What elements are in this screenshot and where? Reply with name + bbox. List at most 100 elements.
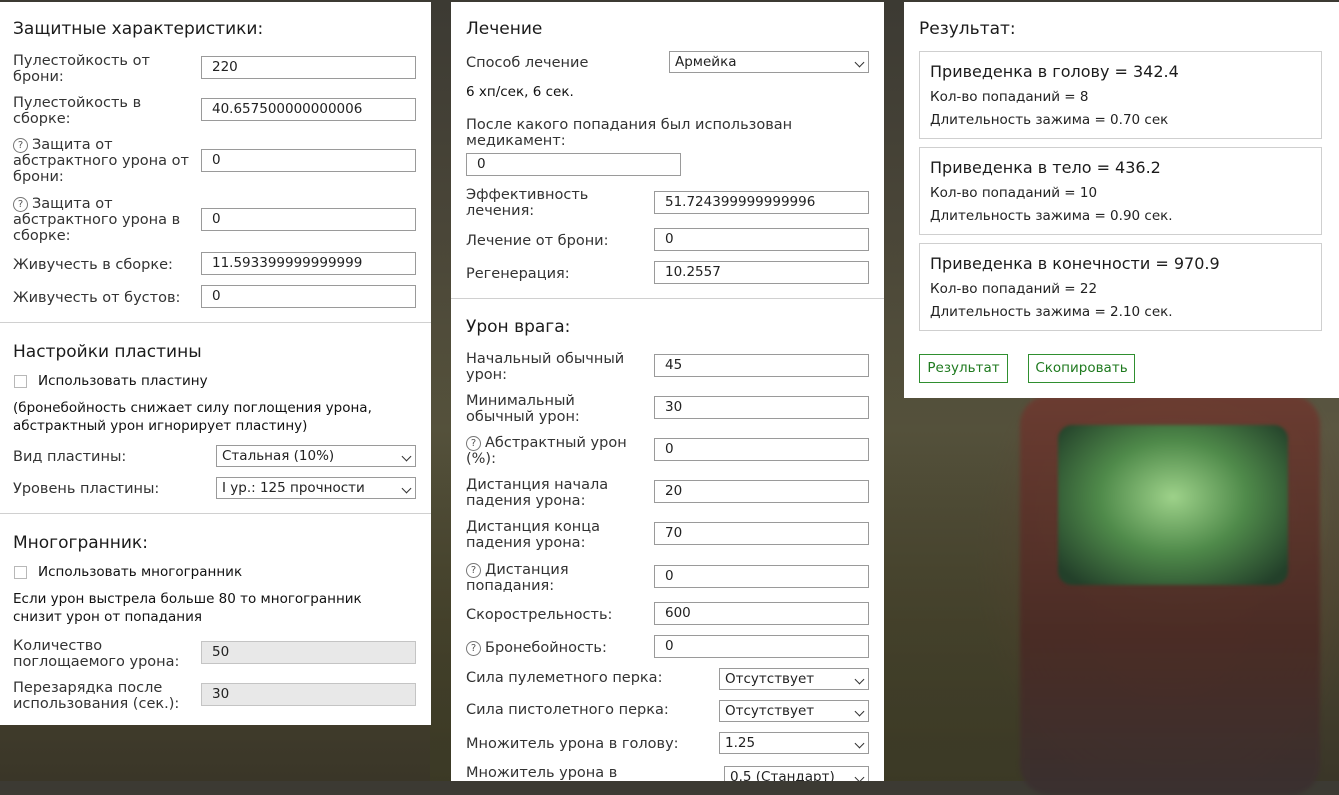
absorbed-label: Количество поглощаемого урона: xyxy=(13,638,180,670)
body-mult-select[interactable]: 0.5 (Стандарт) xyxy=(724,766,869,781)
polyhedron-note: Если урон выстрела больше 80 то многогра… xyxy=(13,591,362,625)
armor-abstract-label: ? Защита от абстрактного урона от брони: xyxy=(13,137,203,185)
abstract-dmg-label: ? Абстрактный урон (%): xyxy=(466,435,651,467)
use-polyhedron-checkbox[interactable] xyxy=(14,566,27,579)
result-panel: Результат: Приведенка в голову = 342.4 К… xyxy=(904,2,1339,398)
armor-heal-input[interactable]: 0 xyxy=(654,228,869,251)
plate-note: (бронебойность снижает силу поглощения у… xyxy=(13,400,372,434)
build-abstract-input[interactable]: 0 xyxy=(201,208,416,231)
heal-method-select[interactable]: Армейка xyxy=(669,51,869,73)
chevron-down-icon xyxy=(854,738,865,749)
result-card-body: Приведенка в тело = 436.2 Кол-во попадан… xyxy=(919,147,1322,235)
divider xyxy=(0,513,431,514)
falloff-end-input[interactable]: 70 xyxy=(654,522,869,545)
build-vitality-input[interactable]: 11.593399999999999 xyxy=(201,252,416,275)
result-hits: Кол-во попаданий = 22 xyxy=(930,281,1098,297)
chevron-down-icon xyxy=(854,674,865,685)
use-plate-label: Использовать пластину xyxy=(38,373,208,389)
falloff-start-input[interactable]: 20 xyxy=(654,480,869,503)
efficiency-label: Эффективность лечения: xyxy=(466,187,589,219)
polyhedron-title: Многогранник: xyxy=(13,533,148,553)
help-icon[interactable]: ? xyxy=(466,641,481,656)
armor-heal-label: Лечение от брони: xyxy=(466,233,609,249)
falloff-end-label: Дистанция конца падения урона: xyxy=(466,519,601,551)
plate-type-label: Вид пластины: xyxy=(13,449,127,465)
use-polyhedron-label: Использовать многогранник xyxy=(38,564,243,580)
result-hits: Кол-во попаданий = 8 xyxy=(930,89,1089,105)
efficiency-input[interactable]: 51.724399999999996 xyxy=(654,191,869,214)
help-icon[interactable]: ? xyxy=(466,563,481,578)
result-hits: Кол-во попаданий = 10 xyxy=(930,185,1098,201)
head-mult-value: 1.25 xyxy=(725,735,756,751)
fire-rate-label: Скорострельность: xyxy=(466,607,613,623)
body-mult-label: Множитель урона в xyxy=(466,765,618,781)
enemy-title: Урон врага: xyxy=(466,317,571,337)
after-hit-input[interactable]: 0 xyxy=(466,153,681,176)
mg-perk-select[interactable]: Отсутствует xyxy=(719,668,869,690)
copy-button[interactable]: Скопировать xyxy=(1028,354,1135,383)
hit-distance-label: ? Дистанция попадания: xyxy=(466,562,626,594)
result-heading: Приведенка в голову = 342.4 xyxy=(930,62,1179,81)
cooldown-input: 30 xyxy=(201,683,416,706)
heal-method-label: Способ лечение xyxy=(466,55,589,71)
boost-vitality-input[interactable]: 0 xyxy=(201,285,416,308)
divider xyxy=(451,298,884,299)
heal-method-value: Армейка xyxy=(675,54,737,70)
plate-level-value: I ур.: 125 прочности xyxy=(222,480,365,496)
help-icon[interactable]: ? xyxy=(13,197,28,212)
build-bullet-res-label: Пулестойкость в сборке: xyxy=(13,95,142,127)
regen-label: Регенерация: xyxy=(466,266,570,282)
divider xyxy=(0,322,431,323)
armor-abstract-input[interactable]: 0 xyxy=(201,149,416,172)
cooldown-label: Перезарядка после использования (сек.): xyxy=(13,680,180,712)
plate-level-label: Уровень пластины: xyxy=(13,481,160,497)
result-hold: Длительность зажима = 0.70 сек xyxy=(930,112,1169,128)
regen-input[interactable]: 10.2557 xyxy=(654,261,869,284)
background-device-screen xyxy=(1058,425,1288,585)
armor-pen-label-text: Бронебойность: xyxy=(485,640,607,656)
hit-distance-input[interactable]: 0 xyxy=(654,565,869,588)
mg-perk-label: Сила пулеметного перка: xyxy=(466,670,663,686)
after-hit-label: После какого попадания был использован м… xyxy=(466,117,793,149)
abstract-dmg-input[interactable]: 0 xyxy=(654,438,869,461)
boost-vitality-label: Живучесть от бустов: xyxy=(13,290,181,306)
result-heading: Приведенка в конечности = 970.9 xyxy=(930,254,1220,273)
head-mult-label: Множитель урона в голову: xyxy=(466,736,679,752)
plate-title: Настройки пластины xyxy=(13,342,202,362)
plate-level-select[interactable]: I ур.: 125 прочности xyxy=(216,477,416,499)
chevron-down-icon xyxy=(401,451,412,462)
healing-title: Лечение xyxy=(466,19,543,39)
build-bullet-res-input[interactable]: 40.657500000000006 xyxy=(201,98,416,121)
chevron-down-icon xyxy=(854,772,865,781)
chevron-down-icon xyxy=(401,483,412,494)
result-heading: Приведенка в тело = 436.2 xyxy=(930,158,1161,177)
pistol-perk-select[interactable]: Отсутствует xyxy=(719,700,869,722)
hit-distance-label-text: Дистанция попадания: xyxy=(466,562,569,594)
armor-bullet-res-label: Пулестойкость от брони: xyxy=(13,53,150,85)
chevron-down-icon xyxy=(854,706,865,717)
mg-perk-value: Отсутствует xyxy=(725,671,815,687)
armor-bullet-res-input[interactable]: 220 xyxy=(201,56,416,79)
start-dmg-input[interactable]: 45 xyxy=(654,354,869,377)
head-mult-select[interactable]: 1.25 xyxy=(719,732,869,754)
pistol-perk-label: Сила пистолетного перка: xyxy=(466,702,669,718)
falloff-start-label: Дистанция начала падения урона: xyxy=(466,477,609,509)
build-abstract-label-text: Защита от абстрактного урона в сборке: xyxy=(13,196,181,244)
help-icon[interactable]: ? xyxy=(13,138,28,153)
help-icon[interactable]: ? xyxy=(466,436,481,451)
heal-rate-text: 6 хп/сек, 6 сек. xyxy=(466,84,574,100)
armor-pen-label: ? Бронебойность: xyxy=(466,640,607,656)
abstract-dmg-label-text: Абстрактный урон (%): xyxy=(466,435,627,467)
plate-type-select[interactable]: Стальная (10%) xyxy=(216,445,416,467)
armor-pen-input[interactable]: 0 xyxy=(654,635,869,658)
min-dmg-input[interactable]: 30 xyxy=(654,396,869,419)
start-dmg-label: Начальный обычный урон: xyxy=(466,351,625,383)
healing-enemy-panel: Лечение Способ лечение Армейка 6 хп/сек,… xyxy=(451,2,884,781)
result-card-limbs: Приведенка в конечности = 970.9 Кол-во п… xyxy=(919,243,1322,331)
fire-rate-input[interactable]: 600 xyxy=(654,602,869,625)
body-mult-value: 0.5 (Стандарт) xyxy=(730,769,835,781)
result-button[interactable]: Результат xyxy=(919,354,1008,383)
protection-title: Защитные характеристики: xyxy=(13,19,264,39)
result-title: Результат: xyxy=(919,19,1016,39)
use-plate-checkbox[interactable] xyxy=(14,375,27,388)
